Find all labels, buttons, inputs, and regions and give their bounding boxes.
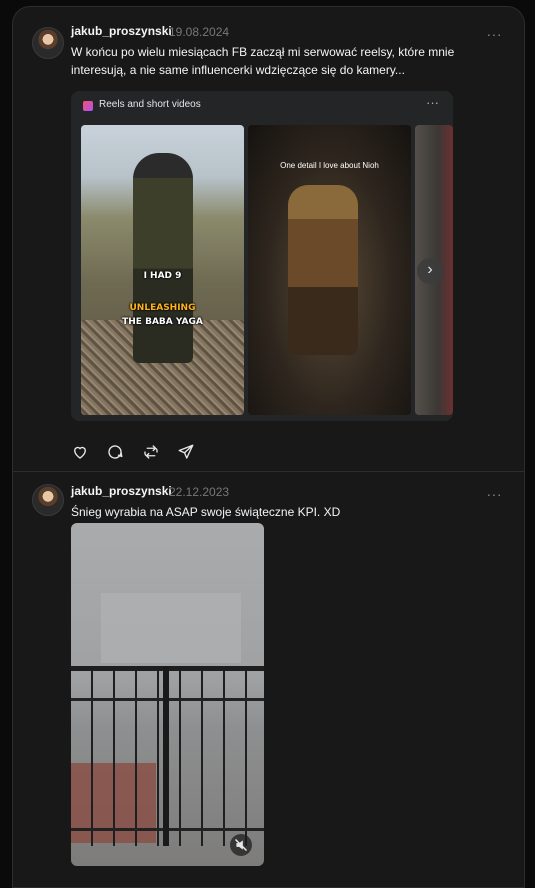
reels-header: Reels and short videos ··· <box>71 91 453 121</box>
repost-icon[interactable] <box>142 443 160 461</box>
post-text: Śnieg wyrabia na ASAP swoje świąteczne K… <box>71 505 341 519</box>
reels-embed[interactable]: Reels and short videos ··· I HAD 9 UNLEA… <box>71 91 453 421</box>
next-reel-button[interactable]: › <box>417 258 443 284</box>
reel-caption: THE BABA YAGA <box>122 317 203 327</box>
post-date[interactable]: 19.08.2024 <box>169 25 229 39</box>
post: jakub_proszynski 22.12.2023 ··· Śnieg wy… <box>13 472 524 887</box>
photo-railing <box>163 666 169 846</box>
avatar[interactable] <box>32 484 64 516</box>
reel-caption: One detail I love about Nioh <box>280 161 379 170</box>
post: jakub_proszynski 19.08.2024 ··· W końcu … <box>13 7 524 472</box>
photo-building <box>101 593 241 663</box>
reels-more-button[interactable]: ··· <box>426 95 439 110</box>
more-options-button[interactable]: ··· <box>487 487 503 501</box>
reel-figure <box>133 153 193 363</box>
post-actions <box>71 443 271 463</box>
feed: jakub_proszynski 19.08.2024 ··· W końcu … <box>12 6 525 888</box>
post-text: W końcu po wielu miesiącach FB zaczął mi… <box>71 45 455 77</box>
reel-caption: I HAD 9 <box>143 271 182 281</box>
mute-button[interactable] <box>230 834 252 856</box>
comment-icon[interactable] <box>106 443 124 461</box>
share-icon[interactable] <box>177 443 195 461</box>
reel-thumbnail[interactable]: I HAD 9 UNLEASHING THE BABA YAGA <box>81 125 244 415</box>
reels-icon <box>83 101 93 111</box>
username[interactable]: jakub_proszynski <box>71 24 172 38</box>
post-date[interactable]: 22.12.2023 <box>169 485 229 499</box>
post-video[interactable] <box>71 523 264 866</box>
reel-caption: UNLEASHING <box>129 303 196 313</box>
reels-title: Reels and short videos <box>99 99 201 110</box>
heart-icon[interactable] <box>71 443 89 461</box>
reel-figure <box>288 185 358 355</box>
reel-thumbnail[interactable]: One detail I love about Nioh <box>248 125 411 415</box>
avatar[interactable] <box>32 27 64 59</box>
muted-speaker-icon <box>234 838 248 852</box>
username[interactable]: jakub_proszynski <box>71 484 172 498</box>
more-options-button[interactable]: ··· <box>487 27 503 41</box>
